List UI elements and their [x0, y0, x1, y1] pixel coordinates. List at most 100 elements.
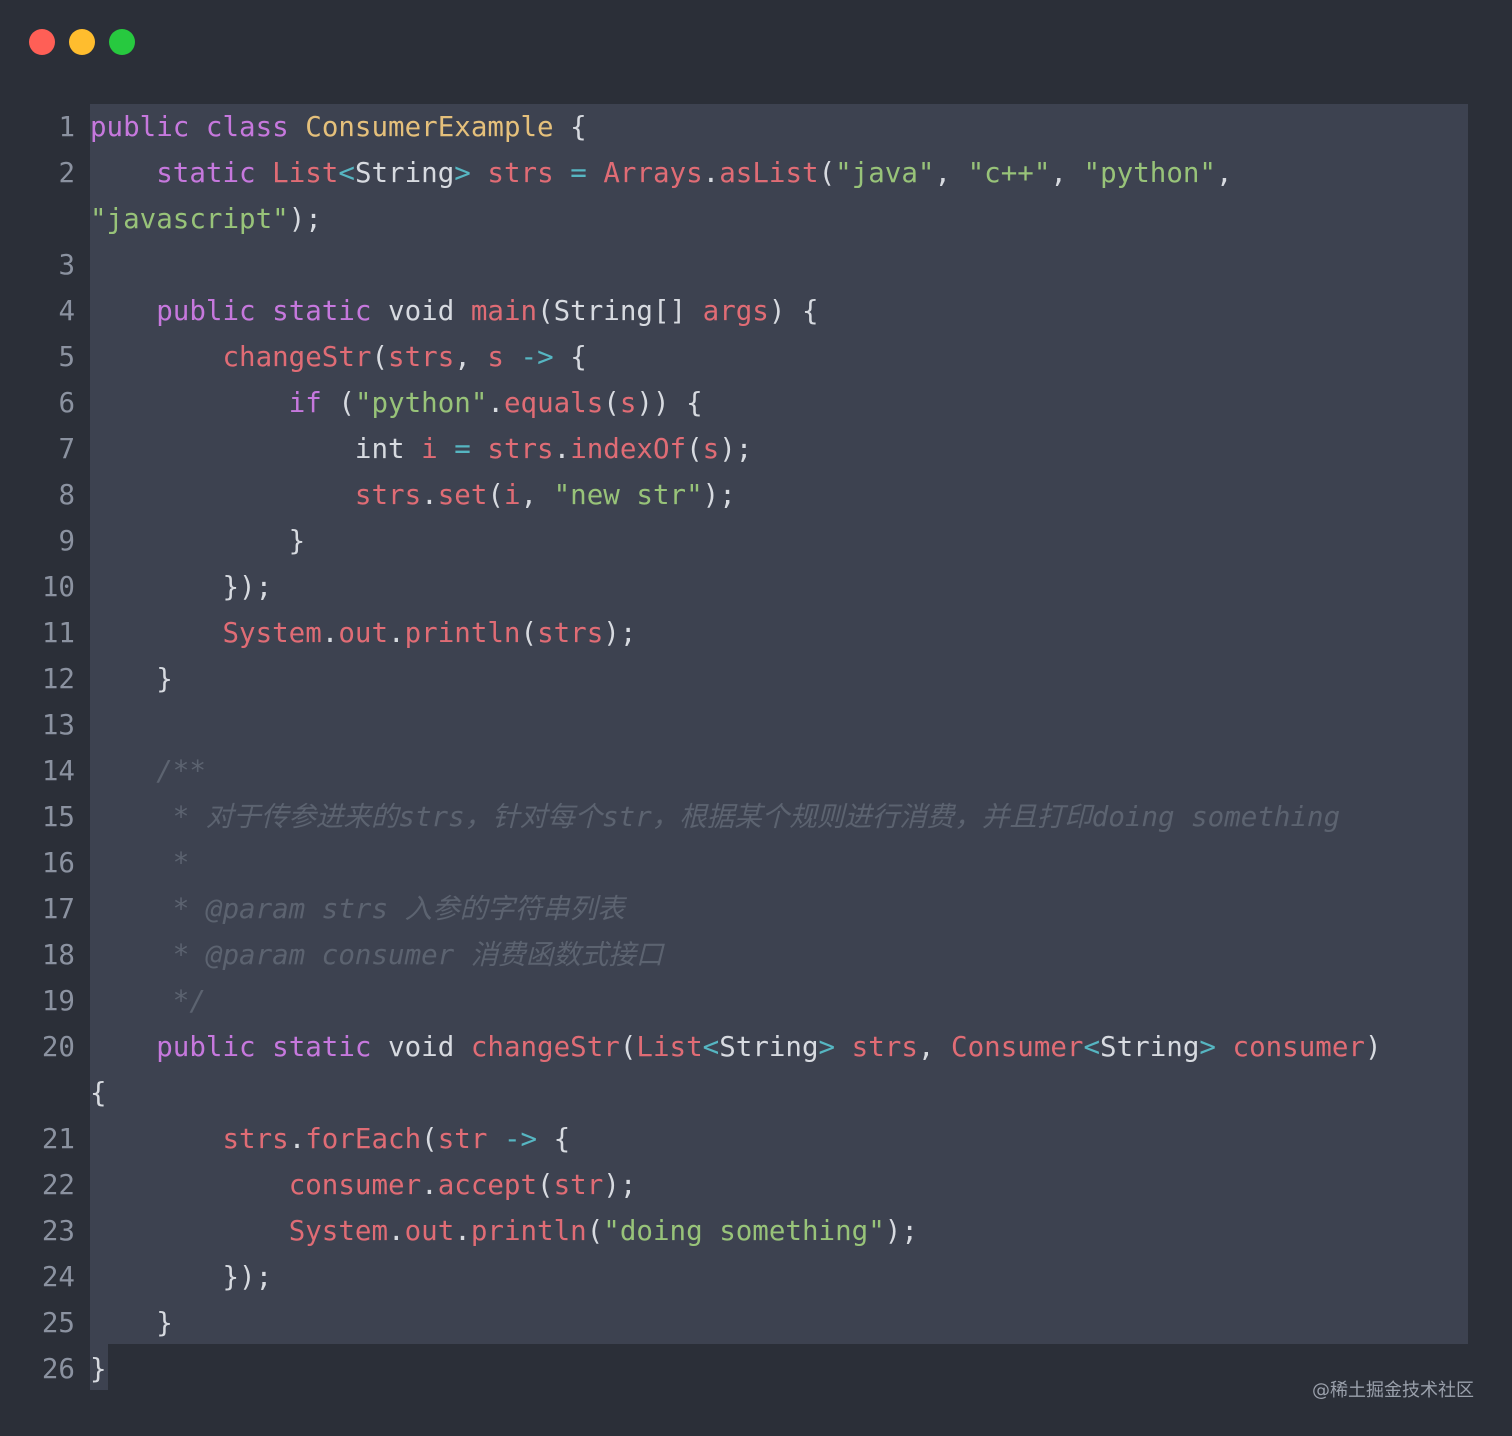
code-token: .: [321, 617, 339, 649]
line-source: });: [90, 564, 272, 610]
close-button[interactable]: [29, 29, 55, 55]
code-token: ,: [1215, 157, 1233, 189]
code-token: strs: [222, 1123, 289, 1155]
code-token: "doing something": [603, 1215, 885, 1247]
line-source: strs.forEach(str -> {: [90, 1116, 570, 1162]
line-source: strs.set(i, "new str");: [90, 472, 736, 518]
code-token: (: [537, 1169, 554, 1201]
code-token: public: [156, 295, 256, 327]
code-token: i: [421, 433, 438, 465]
line-number: 20: [41, 1031, 75, 1063]
code-line: 4 public static void main(String[] args)…: [0, 288, 1512, 334]
code-line: 11 System.out.println(strs);: [0, 610, 1512, 656]
code-token: (String[]: [537, 295, 703, 327]
code-token: (: [818, 157, 836, 189]
code-line: 2 static List<String> strs = Arrays.asLi…: [0, 150, 1512, 196]
line-source: "javascript");: [90, 196, 322, 242]
line-source: int i = strs.indexOf(s);: [90, 426, 752, 472]
code-token: {: [537, 1123, 571, 1155]
code-token: ,: [520, 479, 554, 511]
line-number: 5: [58, 341, 75, 373]
code-token: out: [338, 617, 389, 649]
line-number: 3: [58, 249, 75, 281]
watermark: @稀土掘金技术社区: [1312, 1380, 1474, 1401]
line-source: consumer.accept(str);: [90, 1162, 637, 1208]
line-source: changeStr(strs, s -> {: [90, 334, 586, 380]
code-token: .: [388, 617, 405, 649]
code-token: });: [90, 1261, 273, 1293]
code-token: * @param strs 入参的字符串列表: [90, 893, 625, 925]
line-source: /**: [90, 748, 206, 794]
line-number: 11: [41, 617, 75, 649]
code-token: >: [454, 157, 471, 189]
code-token: asList: [719, 157, 819, 189]
code-line: 8 strs.set(i, "new str");: [0, 472, 1512, 518]
code-token: );: [719, 433, 753, 465]
code-token: int: [90, 433, 422, 465]
code-token: {: [553, 111, 587, 143]
code-token: accept: [437, 1169, 538, 1201]
line-source: public class ConsumerExample {: [90, 104, 587, 150]
line-number: 15: [41, 801, 75, 833]
line-number: 19: [41, 985, 75, 1017]
code-token: strs: [354, 479, 422, 511]
code-token: ): [1364, 1031, 1382, 1063]
line-source: *: [90, 840, 190, 886]
code-line: 5 changeStr(strs, s -> {: [0, 334, 1512, 380]
line-number: 18: [41, 939, 75, 971]
code-token: (: [371, 341, 389, 373]
code-token: static: [272, 1031, 372, 1063]
maximize-button[interactable]: [109, 29, 135, 55]
code-token: ,: [1050, 157, 1084, 189]
code-token: strs: [487, 157, 554, 189]
code-token: (: [487, 479, 504, 511]
line-source: * 对于传参进来的strs，针对每个str，根据某个规则进行消费，并且打印doi…: [90, 794, 1340, 840]
line-source: public static void changeStr(List<String…: [90, 1024, 1382, 1070]
code-editor[interactable]: 1 public class ConsumerExample {2 static …: [0, 104, 1512, 1392]
code-token: public: [90, 111, 190, 143]
code-token: static: [272, 295, 372, 327]
minimize-button[interactable]: [69, 29, 95, 55]
code-token: }: [90, 525, 306, 557]
code-token: ,: [934, 157, 968, 189]
line-number: 26: [41, 1353, 75, 1385]
code-token: );: [603, 617, 637, 649]
code-token: System: [222, 617, 322, 649]
code-line: 3: [0, 242, 1512, 288]
code-token: (: [603, 387, 620, 419]
code-token: args: [702, 295, 769, 327]
code-token: List: [636, 1031, 703, 1063]
code-token: (: [586, 1215, 604, 1247]
code-token: .: [454, 1215, 471, 1247]
code-token: });: [90, 571, 273, 603]
code-token: "c++": [967, 157, 1051, 189]
code-token: <: [702, 1031, 720, 1063]
code-token: static: [156, 157, 256, 189]
code-token: String: [1100, 1031, 1200, 1063]
line-number: 9: [58, 525, 75, 557]
code-token: ) {: [768, 295, 819, 327]
line-number: 22: [41, 1169, 75, 1201]
code-token: void: [371, 1031, 471, 1063]
code-line: 21 strs.forEach(str -> {: [0, 1116, 1512, 1162]
line-source: }: [90, 518, 306, 564]
code-token: List: [272, 157, 339, 189]
code-line: 18 * @param consumer 消费函数式接口: [0, 932, 1512, 978]
code-token: );: [702, 479, 736, 511]
line-source: * @param strs 入参的字符串列表: [90, 886, 625, 932]
code-line: {: [0, 1070, 1512, 1116]
code-token: */: [90, 985, 206, 1017]
code-line: 24 });: [0, 1254, 1512, 1300]
code-line: 6 if ("python".equals(s)) {: [0, 380, 1512, 426]
